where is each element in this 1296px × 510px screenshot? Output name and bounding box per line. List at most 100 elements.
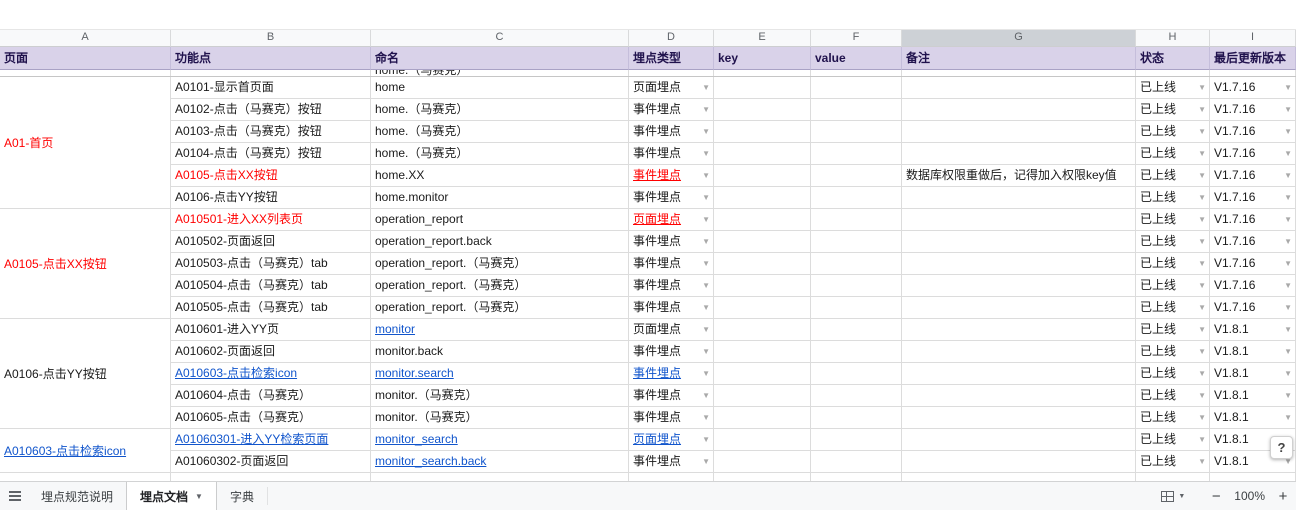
cell-status[interactable]: 已上线▼ — [1136, 231, 1210, 253]
cell-status[interactable]: 已上线▼ — [1136, 319, 1210, 341]
cell-value[interactable] — [811, 363, 902, 385]
cell-func[interactable]: A0101-显示首页面 — [171, 77, 371, 99]
dropdown-arrow-icon[interactable]: ▼ — [1198, 385, 1206, 406]
cell-status[interactable]: 已上线▼ — [1136, 77, 1210, 99]
cell-version[interactable]: V1.7.16▼ — [1210, 209, 1296, 231]
cell-remark[interactable] — [902, 253, 1136, 275]
cell-name[interactable]: monitor.（马赛克） — [371, 385, 629, 407]
dropdown-arrow-icon[interactable]: ▼ — [1198, 99, 1206, 120]
header-cell[interactable]: 命名 — [371, 47, 629, 70]
cell-type[interactable]: 事件埋点▼ — [629, 143, 714, 165]
cell-func[interactable]: A0102-点击（马赛克）按钮 — [171, 99, 371, 121]
dropdown-arrow-icon[interactable]: ▼ — [1198, 165, 1206, 186]
column-header-G[interactable]: G — [902, 30, 1136, 47]
cell-type[interactable]: 事件埋点▼ — [629, 341, 714, 363]
cell-func[interactable]: A010605-点击（马赛克） — [171, 407, 371, 429]
dropdown-arrow-icon[interactable]: ▼ — [1284, 165, 1292, 186]
cell-name[interactable]: home.（马赛克） — [371, 143, 629, 165]
cell-type[interactable]: 事件埋点▼ — [629, 253, 714, 275]
dropdown-arrow-icon[interactable]: ▼ — [1198, 253, 1206, 274]
cell-func[interactable]: A010603-点击检索icon — [171, 363, 371, 385]
cell-name[interactable]: monitor.search — [371, 363, 629, 385]
dropdown-arrow-icon[interactable]: ▼ — [1198, 77, 1206, 98]
cell-version[interactable]: V1.7.16▼ — [1210, 297, 1296, 319]
dropdown-arrow-icon[interactable]: ▼ — [1284, 253, 1292, 274]
cell-version[interactable]: V1.7.16▼ — [1210, 231, 1296, 253]
cell-version[interactable]: V1.7.16▼ — [1210, 121, 1296, 143]
cell-remark[interactable] — [902, 341, 1136, 363]
dropdown-arrow-icon[interactable]: ▼ — [1284, 297, 1292, 318]
cell-value[interactable] — [811, 187, 902, 209]
header-cell[interactable]: 埋点类型 — [629, 47, 714, 70]
header-cell[interactable]: 状态 — [1136, 47, 1210, 70]
cell-func[interactable]: A010502-页面返回 — [171, 231, 371, 253]
cell-name[interactable]: monitor_search — [371, 429, 629, 451]
cell-func[interactable]: A0106-点击YY按钮 — [171, 187, 371, 209]
cell-name[interactable]: home.monitor — [371, 187, 629, 209]
cell-version[interactable]: V1.7.16▼ — [1210, 165, 1296, 187]
cell-status[interactable]: 已上线▼ — [1136, 385, 1210, 407]
dropdown-arrow-icon[interactable]: ▼ — [702, 407, 710, 428]
cell-type[interactable]: 事件埋点▼ — [629, 451, 714, 473]
dropdown-arrow-icon[interactable]: ▼ — [702, 363, 710, 384]
page-cell[interactable]: A0105-点击XX按钮 — [0, 209, 171, 319]
cell-name[interactable]: monitor_search.back — [371, 451, 629, 473]
cell-value[interactable] — [811, 451, 902, 473]
dropdown-arrow-icon[interactable]: ▼ — [1198, 363, 1206, 384]
cell-func[interactable]: A010503-点击（马赛克）tab — [171, 253, 371, 275]
cell-key[interactable] — [714, 165, 811, 187]
cell-remark[interactable] — [902, 297, 1136, 319]
cell-status[interactable]: 已上线▼ — [1136, 143, 1210, 165]
cell-version[interactable]: V1.7.16▼ — [1210, 77, 1296, 99]
view-toggle-button[interactable]: ▼ — [1161, 491, 1185, 502]
cell-status[interactable]: 已上线▼ — [1136, 187, 1210, 209]
dropdown-arrow-icon[interactable]: ▼ — [1284, 319, 1292, 340]
cell-name[interactable]: home.（马赛克） — [371, 99, 629, 121]
header-cell[interactable]: key — [714, 47, 811, 70]
cell-key[interactable] — [714, 429, 811, 451]
cell-type[interactable]: 事件埋点▼ — [629, 231, 714, 253]
cell-func[interactable]: A010602-页面返回 — [171, 341, 371, 363]
cell-remark[interactable] — [902, 143, 1136, 165]
dropdown-arrow-icon[interactable]: ▼ — [1284, 77, 1292, 98]
dropdown-arrow-icon[interactable]: ▼ — [702, 77, 710, 98]
cell-key[interactable] — [714, 319, 811, 341]
cell-type[interactable]: 事件埋点▼ — [629, 363, 714, 385]
cell-name[interactable]: operation_report.（马赛克） — [371, 297, 629, 319]
cell-key[interactable] — [714, 121, 811, 143]
dropdown-arrow-icon[interactable]: ▼ — [702, 385, 710, 406]
cell-name[interactable]: monitor — [371, 319, 629, 341]
dropdown-arrow-icon[interactable]: ▼ — [1198, 275, 1206, 296]
cell-name[interactable]: home — [371, 77, 629, 99]
dropdown-arrow-icon[interactable]: ▼ — [1198, 121, 1206, 142]
cell-status[interactable]: 已上线▼ — [1136, 275, 1210, 297]
header-cell[interactable]: 最后更新版本 — [1210, 47, 1296, 70]
cell-name[interactable]: monitor.（马赛克） — [371, 407, 629, 429]
cell-name[interactable]: operation_report.back — [371, 231, 629, 253]
cell-type[interactable]: 事件埋点▼ — [629, 121, 714, 143]
cell-value[interactable] — [811, 99, 902, 121]
cell-version[interactable]: V1.7.16▼ — [1210, 99, 1296, 121]
cell-value[interactable] — [811, 275, 902, 297]
cell-remark[interactable]: 数据库权限重做后，记得加入权限key值 — [902, 165, 1136, 187]
cell-value[interactable] — [811, 407, 902, 429]
dropdown-arrow-icon[interactable]: ▼ — [1284, 143, 1292, 164]
cell-type[interactable]: 页面埋点▼ — [629, 209, 714, 231]
cell-remark[interactable] — [902, 363, 1136, 385]
cell-value[interactable] — [811, 297, 902, 319]
cell-type[interactable]: 事件埋点▼ — [629, 187, 714, 209]
cell-status[interactable]: 已上线▼ — [1136, 341, 1210, 363]
dropdown-arrow-icon[interactable]: ▼ — [702, 99, 710, 120]
cell-key[interactable] — [714, 407, 811, 429]
dropdown-arrow-icon[interactable]: ▼ — [702, 187, 710, 208]
sheet-tab[interactable]: 埋点规范说明 — [28, 482, 126, 510]
cell-status[interactable]: 已上线▼ — [1136, 165, 1210, 187]
dropdown-arrow-icon[interactable]: ▼ — [1198, 209, 1206, 230]
cell-value[interactable] — [811, 341, 902, 363]
dropdown-arrow-icon[interactable]: ▼ — [1198, 297, 1206, 318]
cell-name[interactable]: home.（马赛克） — [371, 121, 629, 143]
cell-value[interactable] — [811, 385, 902, 407]
cell-key[interactable] — [714, 99, 811, 121]
cell-remark[interactable] — [902, 407, 1136, 429]
dropdown-arrow-icon[interactable]: ▼ — [1198, 231, 1206, 252]
